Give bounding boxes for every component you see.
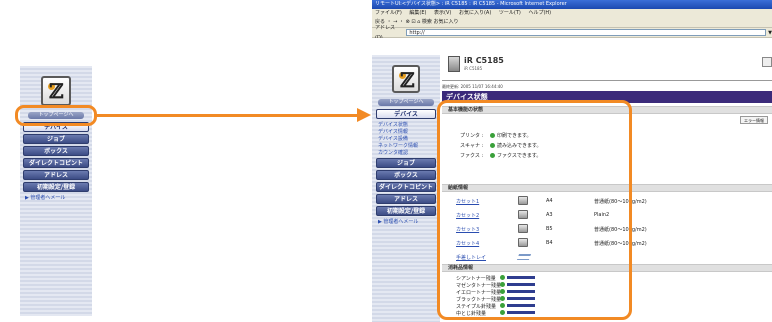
inner-item-direct-print[interactable]: ダイレクトコピント <box>376 182 436 192</box>
window-title: リモートUI:<デバイス状態> : iR C5185 : iR C5185 - … <box>372 0 772 9</box>
address-bar: アドレス(D) http:// ▼ <box>372 25 772 41</box>
inner-top-page-link[interactable]: トップページへ <box>378 99 434 106</box>
last-updated: 最終更新: 2005 11/07 16:44:40 <box>442 84 503 89</box>
device-name: iR C5185 <box>464 56 504 65</box>
inner-menu: デバイス デバイス状態 デバイス情報 デバイス設備 ネットワーク情報 カウンタ確… <box>376 109 436 225</box>
address-dropdown-icon[interactable]: ▼ <box>768 28 772 38</box>
sidebar-menu: デバイス ジョブ ボックス ダイレクトコピント アドレス 初期設定/登録 ▶ 管… <box>23 122 89 201</box>
sidebar-item-job[interactable]: ジョブ <box>23 134 89 144</box>
inner-item-job[interactable]: ジョブ <box>376 158 436 168</box>
menu-bar: ファイル(F) 編集(E) 表示(V) お気に入り(A) ツール(T) ヘルプ(… <box>372 9 772 17</box>
inner-item-device[interactable]: デバイス <box>376 109 436 119</box>
callout-arrow <box>97 114 359 117</box>
status-highlight-callout <box>437 100 632 320</box>
device-subname: iR C5185 <box>464 66 483 71</box>
inner-item-settings[interactable]: 初期設定/登録 <box>376 206 436 216</box>
left-sidebar-panel: ℤ トップページへ デバイス ジョブ ボックス ダイレクトコピント アドレス 初… <box>20 66 92 316</box>
sidebar-item-settings[interactable]: 初期設定/登録 <box>23 182 89 192</box>
device-header: iR C5185 iR C5185 <box>442 53 772 81</box>
sidebar-item-box[interactable]: ボックス <box>23 146 89 156</box>
menu-edit[interactable]: 編集(E) <box>409 10 426 16</box>
printer-icon <box>448 56 460 72</box>
inner-admin-mail-link[interactable]: ▶ 管理者へメール <box>376 218 436 225</box>
menu-tools[interactable]: ツール(T) <box>499 10 521 16</box>
menu-view[interactable]: 表示(V) <box>434 10 451 16</box>
menu-help[interactable]: ヘルプ(H) <box>528 10 551 16</box>
inner-item-address[interactable]: アドレス <box>376 194 436 204</box>
address-input[interactable]: http:// <box>406 29 767 36</box>
inner-sub-device-config[interactable]: デバイス設備 <box>376 135 436 142</box>
inner-sidebar: ℤ トップページへ デバイス デバイス状態 デバイス情報 デバイス設備 ネットワ… <box>372 55 440 322</box>
inner-sub-device-info[interactable]: デバイス情報 <box>376 128 436 135</box>
inner-sub-network-info[interactable]: ネットワーク情報 <box>376 142 436 149</box>
remote-ui-logo-icon[interactable]: ℤ <box>41 76 71 106</box>
inner-item-box[interactable]: ボックス <box>376 170 436 180</box>
inner-sub-device-status[interactable]: デバイス状態 <box>376 121 436 128</box>
callout-arrow-head <box>357 108 371 122</box>
menu-file[interactable]: ファイル(F) <box>375 10 402 16</box>
sidebar-item-address[interactable]: アドレス <box>23 170 89 180</box>
device-highlight-callout <box>15 105 97 126</box>
admin-mail-link[interactable]: ▶ 管理者へメール <box>23 194 89 201</box>
refresh-icon[interactable] <box>762 57 772 67</box>
menu-favorites[interactable]: お気に入り(A) <box>459 10 491 16</box>
inner-logo-icon[interactable]: ℤ <box>392 65 420 93</box>
browser-toolbar[interactable]: 戻る ・ → ・ ⊗ ⊡ ⌂ 検索 お気に入り <box>372 17 772 28</box>
sidebar-item-direct-print[interactable]: ダイレクトコピント <box>23 158 89 168</box>
inner-sub-counter[interactable]: カウンタ確認 <box>376 149 436 156</box>
error-info-button[interactable]: エラー情報 <box>740 116 768 124</box>
